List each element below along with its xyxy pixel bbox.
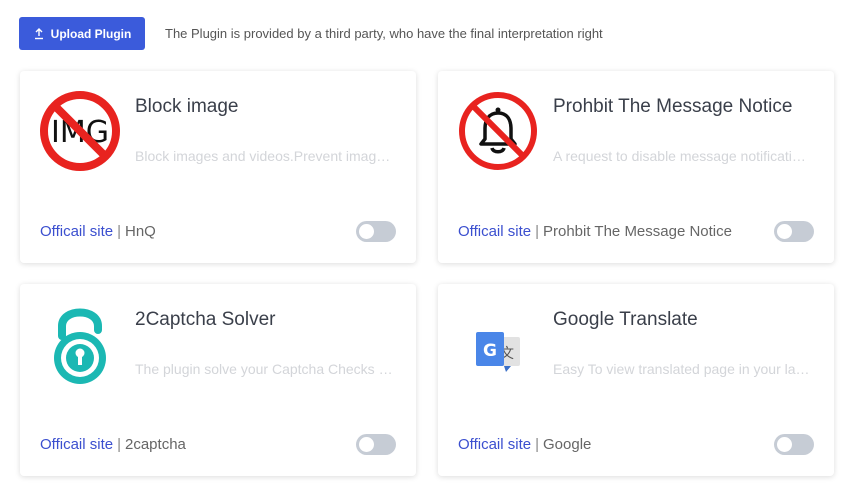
footer-separator: | xyxy=(535,223,539,240)
toggle-knob xyxy=(777,437,792,452)
third-party-notice: The Plugin is provided by a third party,… xyxy=(165,26,603,41)
plugin-footer: Officail site | Google xyxy=(458,436,591,453)
plugin-card-prohibit-message-notice: Prohbit The Message Notice A request to … xyxy=(438,71,834,263)
svg-text:G: G xyxy=(483,341,497,361)
plugin-author: 2captcha xyxy=(125,436,186,453)
plugin-title: Google Translate xyxy=(553,309,698,330)
plugin-card-google-translate: 文 G Google Translate Easy To view transl… xyxy=(438,284,834,476)
toggle-knob xyxy=(777,224,792,239)
upload-plugin-label: Upload Plugin xyxy=(50,26,132,41)
plugin-description: A request to disable message notificatio… xyxy=(553,148,811,164)
plugin-enable-toggle[interactable] xyxy=(356,221,396,242)
no-bell-icon xyxy=(456,89,540,173)
plugin-footer: Officail site | HnQ xyxy=(40,223,156,240)
toolbar: Upload Plugin The Plugin is provided by … xyxy=(19,17,603,50)
plugin-enable-toggle[interactable] xyxy=(774,221,814,242)
google-translate-icon: 文 G xyxy=(456,302,540,386)
official-site-link[interactable]: Officail site xyxy=(40,436,113,453)
official-site-link[interactable]: Officail site xyxy=(458,223,531,240)
official-site-link[interactable]: Officail site xyxy=(458,436,531,453)
padlock-icon xyxy=(38,302,122,386)
upload-icon xyxy=(33,27,45,40)
block-image-icon: IMG xyxy=(38,89,122,173)
official-site-link[interactable]: Officail site xyxy=(40,223,113,240)
plugin-card-block-image: IMG Block image Block images and videos.… xyxy=(20,71,416,263)
toggle-knob xyxy=(359,437,374,452)
plugin-title: 2Captcha Solver xyxy=(135,309,276,330)
upload-plugin-button[interactable]: Upload Plugin xyxy=(19,17,145,50)
plugin-card-2captcha-solver: 2Captcha Solver The plugin solve your Ca… xyxy=(20,284,416,476)
plugin-enable-toggle[interactable] xyxy=(356,434,396,455)
footer-separator: | xyxy=(117,436,121,453)
toggle-knob xyxy=(359,224,374,239)
plugin-description: Block images and videos.Prevent images a… xyxy=(135,148,393,164)
plugin-title: Block image xyxy=(135,96,239,117)
plugin-title: Prohbit The Message Notice xyxy=(553,96,793,117)
plugin-footer: Officail site | 2captcha xyxy=(40,436,186,453)
plugin-author: HnQ xyxy=(125,223,156,240)
footer-separator: | xyxy=(535,436,539,453)
footer-separator: | xyxy=(117,223,121,240)
plugin-footer: Officail site | Prohbit The Message Notice xyxy=(458,223,732,240)
plugin-author: Prohbit The Message Notice xyxy=(543,223,732,240)
plugin-author: Google xyxy=(543,436,592,453)
plugin-description: The plugin solve your Captcha Checks aut… xyxy=(135,361,393,377)
plugin-enable-toggle[interactable] xyxy=(774,434,814,455)
plugin-description: Easy To view translated page in your lan… xyxy=(553,361,811,377)
